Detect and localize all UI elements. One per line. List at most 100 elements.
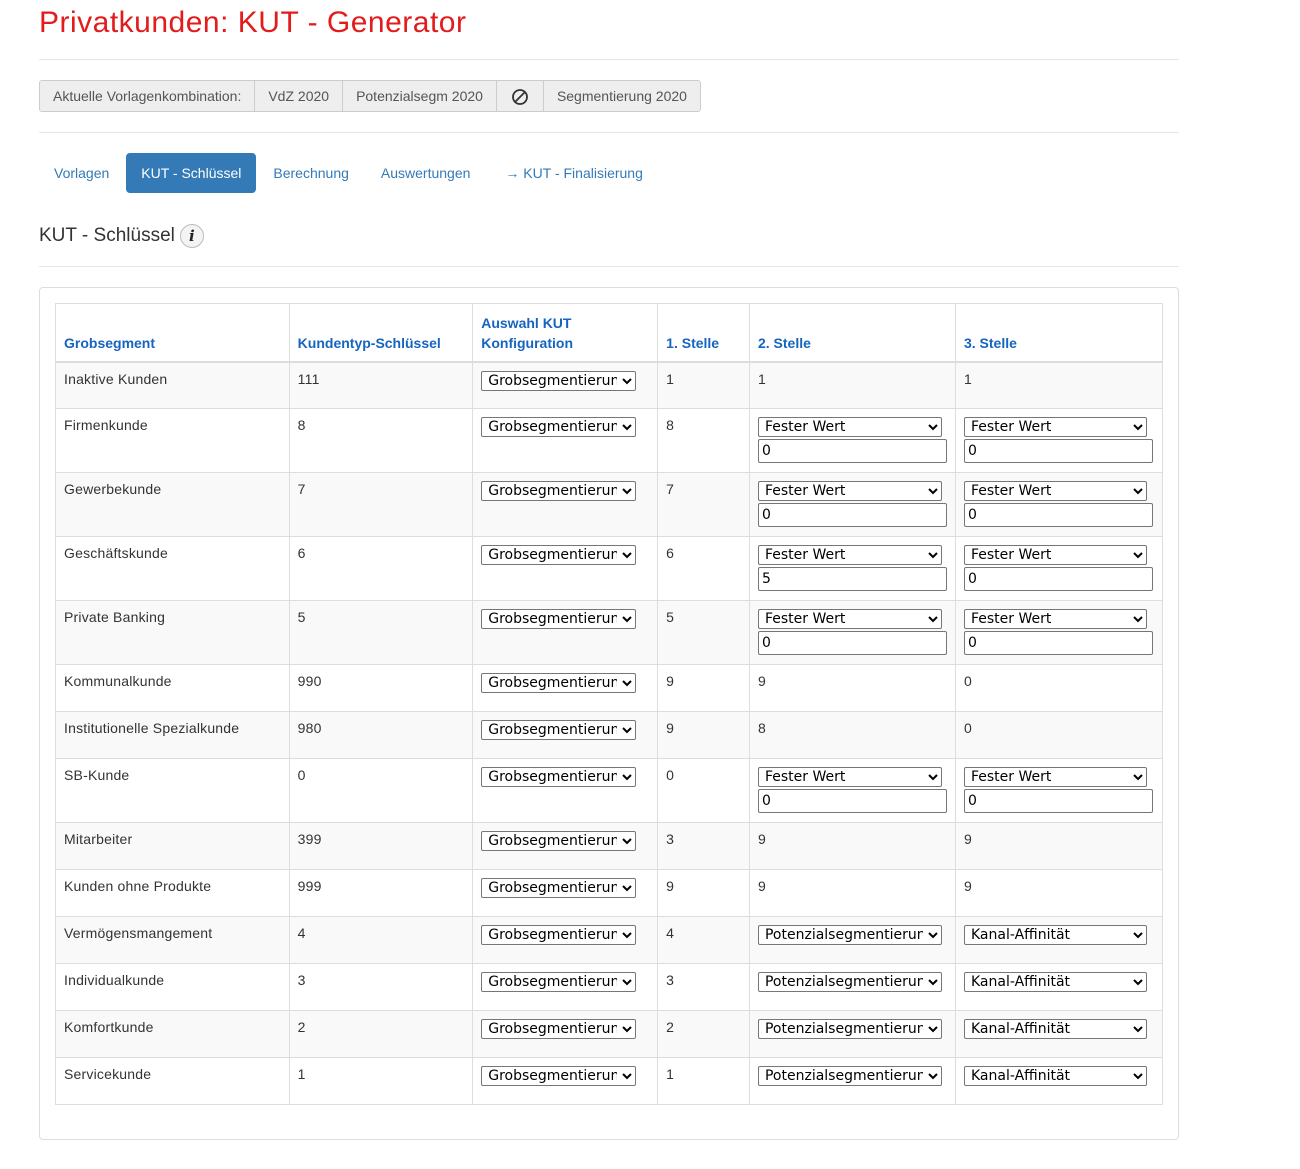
key-cell: 999: [288, 869, 474, 917]
config-select[interactable]: Grobsegmentierung: [481, 370, 637, 391]
stelle-3-select[interactable]: Kanal-Affinität: [963, 1019, 1147, 1039]
stelle-2-select[interactable]: Fester Wert: [757, 481, 942, 501]
page-title: Privatkunden: KUT - Generator: [39, 6, 467, 39]
stelle-2-cell: 9: [748, 869, 956, 917]
fixed-value-input[interactable]: [757, 503, 947, 527]
config-select[interactable]: Grobsegmentierung: [481, 972, 637, 992]
fixed-value-input[interactable]: [963, 631, 1153, 655]
stelle-2-cell: Potenzialsegmentierung: [748, 1010, 956, 1058]
stelle-2-select[interactable]: Potenzialsegmentierung: [757, 925, 942, 945]
stelle-3-cell: Fester Wert: [954, 472, 1164, 537]
stelle-2-select[interactable]: Potenzialsegmentierung: [757, 972, 942, 992]
config-select[interactable]: Grobsegmentierung: [481, 545, 637, 565]
key-cell: 4: [288, 916, 474, 964]
divider: [39, 266, 1179, 267]
section-heading: KUT - Schlüssel i: [39, 224, 204, 248]
kut-table: Grobsegment Kundentyp-Schlüssel Auswahl …: [55, 303, 1164, 1105]
key-cell: 2: [288, 1010, 474, 1058]
table-row: Individualkunde 3 Grobsegmentierung 3 Potenz…: [55, 963, 1164, 1011]
config-select[interactable]: Grobsegmentierung: [481, 878, 637, 898]
kut-panel: Grobsegment Kundentyp-Schlüssel Auswahl …: [39, 287, 1179, 1140]
section-title: KUT - Schlüssel: [39, 225, 175, 246]
stelle-3-cell: 0: [954, 664, 1164, 712]
table-row: Institutionelle Spezialkunde 980 Grobsegme…: [55, 711, 1164, 759]
stelle-3-select[interactable]: Fester Wert: [963, 609, 1147, 629]
stelle-3-cell: 9: [954, 822, 1164, 870]
stelle-2-select[interactable]: Fester Wert: [757, 609, 942, 629]
table-header-row: Grobsegment Kundentyp-Schlüssel Auswahl …: [55, 303, 1164, 363]
stelle-2-cell: Potenzialsegmentierung: [748, 1057, 956, 1105]
config-cell: Grobsegmentierung: [472, 664, 659, 712]
template-combination-bar: Aktuelle Vorlagenkombination: VdZ 2020 P…: [39, 80, 701, 112]
header-kundentyp-schluessel[interactable]: Kundentyp-Schlüssel: [288, 303, 474, 363]
config-select[interactable]: Grobsegmentierung: [481, 925, 637, 945]
segment-cell: Inaktive Kunden: [55, 361, 290, 409]
stelle-3-select[interactable]: Kanal-Affinität: [963, 972, 1147, 992]
config-select[interactable]: Grobsegmentierung: [481, 673, 637, 693]
config-select[interactable]: Grobsegmentierung: [481, 720, 637, 740]
stelle-3-cell: 1: [954, 361, 1164, 409]
stelle-3-select[interactable]: Fester Wert: [963, 545, 1147, 565]
config-select[interactable]: Grobsegmentierung: [481, 767, 637, 787]
stelle-2-cell: Potenzialsegmentierung: [748, 963, 956, 1011]
tab-kut-finalisierung[interactable]: → KUT - Finalisierung: [490, 153, 657, 193]
stelle-3-select[interactable]: Kanal-Affinität: [963, 925, 1147, 945]
stelle-1-cell: 9: [657, 711, 750, 759]
stelle-1-cell: 0: [657, 758, 750, 823]
stelle-2-select[interactable]: Fester Wert: [757, 767, 942, 787]
header-stelle-1[interactable]: 1. Stelle: [657, 303, 750, 363]
fixed-value-input[interactable]: [757, 631, 947, 655]
fixed-value-input[interactable]: [963, 567, 1153, 591]
fixed-value-input[interactable]: [963, 439, 1153, 463]
segment-cell: Mitarbeiter: [55, 822, 290, 870]
header-auswahl-kut-konfiguration[interactable]: Auswahl KUT Konfiguration: [472, 303, 659, 363]
config-cell: Grobsegmentierung: [472, 361, 659, 409]
config-select[interactable]: Grobsegmentierung: [481, 1066, 637, 1086]
info-icon[interactable]: i: [179, 224, 204, 248]
combination-label: Aktuelle Vorlagenkombination:: [40, 81, 255, 111]
config-select[interactable]: Grobsegmentierung: [481, 1019, 637, 1039]
header-grobsegment[interactable]: Grobsegment: [55, 303, 290, 363]
stelle-3-select[interactable]: Fester Wert: [963, 417, 1147, 437]
config-select[interactable]: Grobsegmentierung: [481, 417, 637, 437]
config-cell: Grobsegmentierung: [472, 600, 659, 665]
stelle-2-select[interactable]: Potenzialsegmentierung: [757, 1066, 942, 1086]
combination-item-segmentierung: Segmentierung 2020: [542, 81, 700, 111]
segment-cell: Servicekunde: [55, 1057, 290, 1105]
segment-cell: Institutionelle Spezialkunde: [55, 711, 290, 759]
config-select[interactable]: Grobsegmentierung: [481, 609, 637, 629]
tab-auswertungen[interactable]: Auswertungen: [366, 153, 486, 193]
header-stelle-3[interactable]: 3. Stelle: [954, 303, 1164, 363]
segment-cell: SB-Kunde: [55, 758, 290, 823]
stelle-3-select[interactable]: Fester Wert: [963, 767, 1147, 787]
tab-nav: Vorlagen KUT - Schlüssel Berechnung Ausw…: [39, 153, 660, 193]
config-select[interactable]: Grobsegmentierung: [481, 481, 637, 501]
stelle-1-cell: 2: [657, 1010, 750, 1058]
stelle-2-cell: Fester Wert: [748, 600, 956, 665]
fixed-value-input[interactable]: [757, 789, 947, 813]
header-stelle-2[interactable]: 2. Stelle: [748, 303, 956, 363]
tab-vorlagen[interactable]: Vorlagen: [39, 153, 124, 193]
config-select[interactable]: Grobsegmentierung: [481, 831, 637, 851]
stelle-2-select[interactable]: Potenzialsegmentierung: [757, 1019, 942, 1039]
stelle-2-cell: Potenzialsegmentierung: [748, 916, 956, 964]
fixed-value-input[interactable]: [757, 567, 947, 591]
stelle-3-select[interactable]: Kanal-Affinität: [963, 1066, 1147, 1086]
key-cell: 3: [288, 963, 474, 1011]
stelle-3-select[interactable]: Fester Wert: [963, 481, 1147, 501]
tab-berechnung[interactable]: Berechnung: [258, 153, 364, 193]
fixed-value-input[interactable]: [963, 789, 1153, 813]
config-cell: Grobsegmentierung: [472, 822, 659, 870]
fixed-value-input[interactable]: [757, 439, 947, 463]
fixed-value-input[interactable]: [963, 503, 1153, 527]
key-cell: 0: [288, 758, 474, 823]
stelle-2-select[interactable]: Fester Wert: [757, 545, 942, 565]
tab-kut-schluessel[interactable]: KUT - Schlüssel: [126, 153, 257, 193]
segment-cell: Kunden ohne Produkte: [55, 869, 290, 917]
config-cell: Grobsegmentierung: [472, 869, 659, 917]
table-row: Inaktive Kunden 111 Grobsegmentierung 1 1 1: [55, 361, 1164, 409]
divider: [39, 132, 1179, 133]
table-row: Komfortkunde 2 Grobsegmentierung 2 Potenzial…: [55, 1010, 1164, 1058]
stelle-2-select[interactable]: Fester Wert: [757, 417, 942, 437]
key-cell: 990: [288, 664, 474, 712]
